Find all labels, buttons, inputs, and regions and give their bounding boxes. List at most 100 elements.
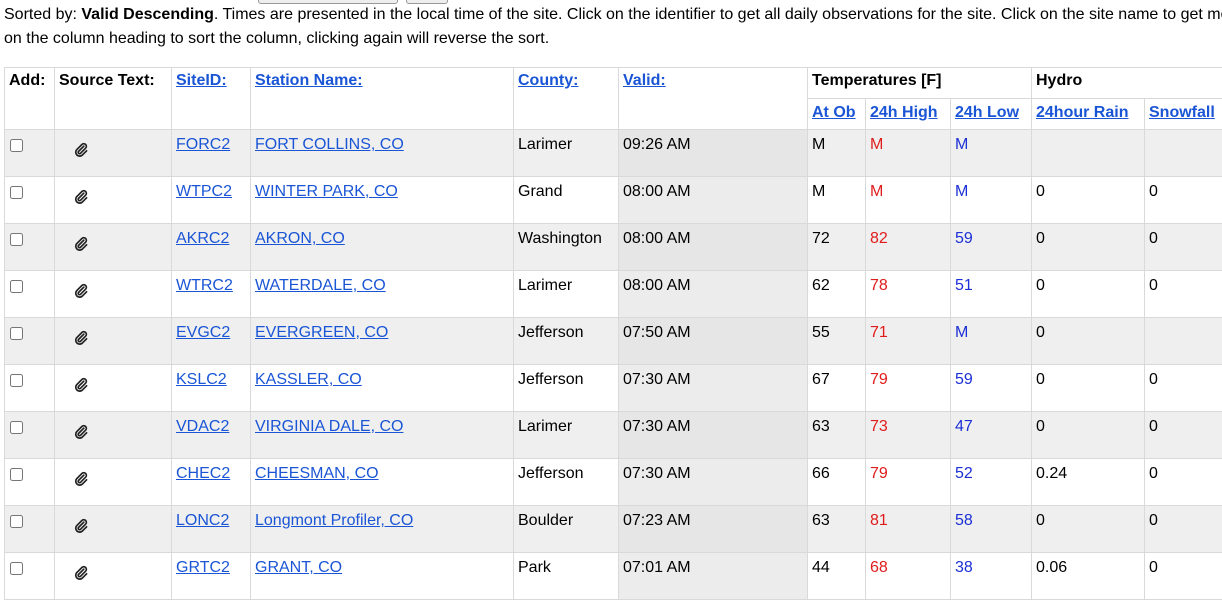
cell-station-name: GRANT, CO	[250, 552, 514, 600]
cell-add	[4, 411, 55, 459]
cell-at-ob: 63	[807, 411, 866, 459]
col-at-ob: At Ob	[807, 98, 866, 130]
paperclip-icon[interactable]	[73, 377, 89, 393]
paperclip-icon[interactable]	[73, 424, 89, 440]
cell-station-name: AKRON, CO	[250, 223, 514, 271]
cell-24h-high: 78	[865, 270, 951, 318]
cell-snowfall: 0	[1143, 270, 1222, 318]
sort-snowfall[interactable]: Snowfall	[1149, 104, 1215, 121]
cell-site-id: KSLC2	[171, 364, 251, 412]
cell-snowfall	[1143, 129, 1222, 177]
cell-24h-high: 79	[865, 364, 951, 412]
cell-valid: 08:00 AM	[618, 176, 808, 224]
sorted-value: Valid Descending	[81, 6, 214, 23]
cell-site-id: WTPC2	[171, 176, 251, 224]
cell-source-text	[54, 223, 172, 271]
station-name-link[interactable]: VIRGINIA DALE, CO	[255, 418, 403, 435]
paperclip-icon[interactable]	[73, 189, 89, 205]
cell-24hour-rain: 0	[1031, 364, 1145, 412]
cell-station-name: CHEESMAN, CO	[250, 458, 514, 506]
station-name-link[interactable]: KASSLER, CO	[255, 371, 362, 388]
cell-24h-low: M	[950, 129, 1032, 177]
cell-24h-high: 71	[865, 317, 951, 365]
cell-county: Larimer	[513, 411, 619, 459]
add-checkbox[interactable]	[10, 139, 23, 152]
add-checkbox[interactable]	[10, 515, 23, 528]
cell-24h-low: 52	[950, 458, 1032, 506]
table-row: WTPC2 WINTER PARK, CO Grand 08:00 AM M M M 0 0	[4, 176, 1222, 224]
col-add: Add:	[4, 67, 55, 130]
site-id-link[interactable]: CHEC2	[176, 465, 230, 482]
site-id-link[interactable]: KSLC2	[176, 371, 227, 388]
cell-station-name: Longmont Profiler, CO	[250, 505, 514, 553]
cell-source-text	[54, 552, 172, 600]
sort-24hour-rain[interactable]: 24hour Rain	[1036, 104, 1128, 121]
site-id-link[interactable]: FORC2	[176, 136, 230, 153]
cell-county: Boulder	[513, 505, 619, 553]
cell-24h-high: 79	[865, 458, 951, 506]
cell-site-id: GRTC2	[171, 552, 251, 600]
station-name-link[interactable]: CHEESMAN, CO	[255, 465, 379, 482]
cell-county: Jefferson	[513, 317, 619, 365]
cell-at-ob: 62	[807, 270, 866, 318]
sort-valid[interactable]: Valid:	[623, 72, 666, 89]
cell-24h-low: 59	[950, 364, 1032, 412]
cell-site-id: LONC2	[171, 505, 251, 553]
cell-24h-high: 73	[865, 411, 951, 459]
site-id-link[interactable]: LONC2	[176, 512, 229, 529]
cell-add	[4, 176, 55, 224]
station-name-link[interactable]: WATERDALE, CO	[255, 277, 386, 294]
paperclip-icon[interactable]	[73, 142, 89, 158]
col-station-name: Station Name:	[250, 67, 514, 130]
station-name-link[interactable]: GRANT, CO	[255, 559, 342, 576]
add-checkbox[interactable]	[10, 374, 23, 387]
cell-add	[4, 364, 55, 412]
sort-at-ob[interactable]: At Ob	[812, 104, 856, 121]
add-checkbox[interactable]	[10, 468, 23, 481]
paperclip-icon[interactable]	[73, 518, 89, 534]
cell-valid: 09:26 AM	[618, 129, 808, 177]
cell-snowfall: 0	[1143, 223, 1222, 271]
station-name-link[interactable]: WINTER PARK, CO	[255, 183, 398, 200]
cell-valid: 07:23 AM	[618, 505, 808, 553]
cell-snowfall: 0	[1143, 364, 1222, 412]
sort-station-name[interactable]: Station Name:	[255, 72, 363, 89]
station-name-link[interactable]: EVERGREEN, CO	[255, 324, 388, 341]
site-id-link[interactable]: AKRC2	[176, 230, 229, 247]
add-checkbox[interactable]	[10, 186, 23, 199]
site-id-link[interactable]: WTRC2	[176, 277, 233, 294]
paperclip-icon[interactable]	[73, 283, 89, 299]
sort-24h-high[interactable]: 24h High	[870, 104, 938, 121]
station-name-link[interactable]: AKRON, CO	[255, 230, 345, 247]
sort-county[interactable]: County:	[518, 72, 578, 89]
cell-24h-low: M	[950, 317, 1032, 365]
station-name-link[interactable]: Longmont Profiler, CO	[255, 512, 413, 529]
station-name-link[interactable]: FORT COLLINS, CO	[255, 136, 404, 153]
cell-station-name: WINTER PARK, CO	[250, 176, 514, 224]
paperclip-icon[interactable]	[73, 565, 89, 581]
add-checkbox[interactable]	[10, 280, 23, 293]
cell-24h-high: 81	[865, 505, 951, 553]
add-checkbox[interactable]	[10, 233, 23, 246]
sort-site-id[interactable]: SiteID:	[176, 72, 227, 89]
table-row: LONC2 Longmont Profiler, CO Boulder 07:23 A…	[4, 505, 1222, 553]
cell-site-id: CHEC2	[171, 458, 251, 506]
cell-site-id: FORC2	[171, 129, 251, 177]
cell-at-ob: M	[807, 176, 866, 224]
cell-24hour-rain: 0	[1031, 317, 1145, 365]
site-id-link[interactable]: EVGC2	[176, 324, 230, 341]
group-hydro: Hydro	[1030, 67, 1222, 99]
add-checkbox[interactable]	[10, 327, 23, 340]
add-checkbox[interactable]	[10, 421, 23, 434]
add-checkbox[interactable]	[10, 562, 23, 575]
cell-valid: 07:30 AM	[618, 364, 808, 412]
paperclip-icon[interactable]	[73, 236, 89, 252]
intro-text: Sorted by: Valid Descending. Times are p…	[4, 3, 1222, 51]
site-id-link[interactable]: WTPC2	[176, 183, 232, 200]
site-id-link[interactable]: VDAC2	[176, 418, 229, 435]
sort-24h-low[interactable]: 24h Low	[955, 104, 1019, 121]
paperclip-icon[interactable]	[73, 330, 89, 346]
paperclip-icon[interactable]	[73, 471, 89, 487]
cell-source-text	[54, 270, 172, 318]
site-id-link[interactable]: GRTC2	[176, 559, 230, 576]
